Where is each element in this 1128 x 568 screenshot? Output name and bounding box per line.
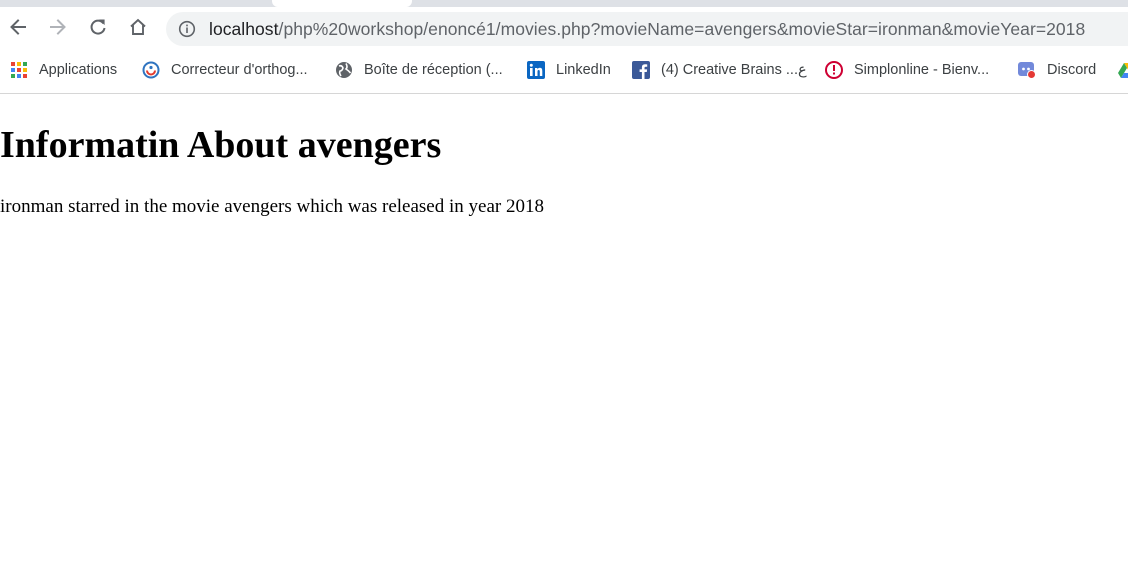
- page-heading: Informatin About avengers: [0, 124, 442, 166]
- bookmark-label: Correcteur d'orthog...: [171, 62, 308, 78]
- facebook-icon: [632, 61, 650, 79]
- bookmark-creative-brains[interactable]: (4) Creative Brains ...ع: [632, 59, 807, 81]
- discord-icon: [1018, 61, 1036, 79]
- bookmark-discord[interactable]: Discord: [1018, 59, 1096, 81]
- browser-chrome: localhost/php%20workshop/enoncé1/movies.…: [0, 0, 1128, 94]
- home-icon: [130, 18, 146, 35]
- simplonline-icon: [825, 61, 843, 79]
- reload-button[interactable]: [84, 13, 112, 41]
- bookmark-overflow[interactable]: [1118, 59, 1128, 81]
- bookmark-linkedin[interactable]: LinkedIn: [527, 59, 611, 81]
- bookmark-applications[interactable]: Applications: [10, 59, 117, 81]
- back-arrow-icon: [10, 19, 26, 35]
- forward-arrow-icon: [50, 19, 66, 35]
- tab-strip: [0, 0, 1128, 7]
- bookmarks-bar: Applications Correcteur d'orthog... Boît…: [0, 52, 1128, 88]
- bookmark-boite-reception[interactable]: Boîte de réception (...: [335, 59, 503, 81]
- spellcheck-icon: [142, 61, 160, 79]
- linkedin-icon: [527, 61, 545, 79]
- bookmark-label: LinkedIn: [556, 62, 611, 78]
- bookmark-label: Simplonline - Bienv...: [854, 62, 990, 78]
- home-button[interactable]: [124, 13, 152, 41]
- globe-icon: [335, 61, 353, 79]
- reload-icon: [90, 19, 106, 35]
- bookmark-simplonline[interactable]: Simplonline - Bienv...: [825, 59, 989, 81]
- forward-button[interactable]: [44, 13, 72, 41]
- movie-info-text: ironman starred in the movie avengers wh…: [0, 196, 544, 217]
- active-tab[interactable]: [272, 0, 412, 7]
- url-text[interactable]: localhost/php%20workshop/enoncé1/movies.…: [209, 12, 1085, 46]
- navigation-bar: localhost/php%20workshop/enoncé1/movies.…: [0, 7, 1128, 52]
- bookmark-label: Boîte de réception (...: [364, 62, 503, 78]
- apps-grid-icon: [10, 61, 28, 79]
- bookmark-label: Discord: [1047, 62, 1097, 78]
- back-button[interactable]: [4, 13, 32, 41]
- bookmark-label: (4) Creative Brains ...ع: [661, 62, 807, 78]
- google-drive-icon: [1118, 61, 1128, 79]
- url-path: /php%20workshop/enoncé1/movies.php?movie…: [278, 19, 1086, 39]
- url-host: localhost: [209, 19, 279, 39]
- info-icon[interactable]: [178, 20, 196, 38]
- bookmark-correcteur[interactable]: Correcteur d'orthog...: [142, 59, 308, 81]
- bookmark-label: Applications: [39, 62, 118, 78]
- address-bar[interactable]: localhost/php%20workshop/enoncé1/movies.…: [166, 12, 1128, 46]
